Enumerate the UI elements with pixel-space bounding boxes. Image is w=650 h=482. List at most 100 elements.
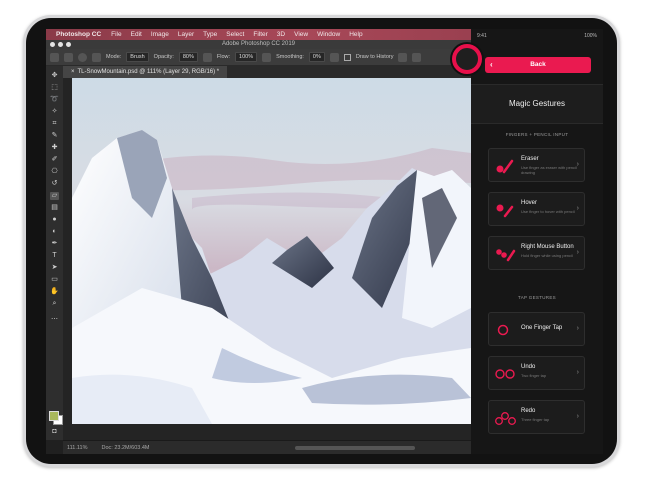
gesture-card-title: Hover <box>521 200 538 206</box>
opacity-label: Opacity: <box>153 54 174 60</box>
document-size[interactable]: Doc: 23.2M/603.4M <box>102 445 150 451</box>
ipad-screen: Photoshop CC File Edit Image Layer Type … <box>46 29 603 454</box>
minimize-window-button[interactable] <box>58 42 63 47</box>
smoothing-gear-icon[interactable] <box>329 52 339 62</box>
hand-tool-icon[interactable]: ✋ <box>50 288 59 296</box>
menu-app-name[interactable]: Photoshop CC <box>56 31 101 38</box>
dodge-tool-icon[interactable]: ◐ <box>50 228 59 236</box>
document-tabs: × TL-SnowMountain.psd @ 111% (Layer 29, R… <box>63 66 471 78</box>
draw-to-history-label: Draw to History <box>355 54 394 60</box>
pressure-opacity-icon[interactable] <box>202 52 212 62</box>
menu-file[interactable]: File <box>111 31 121 38</box>
eraser-gesture-icon <box>496 159 514 174</box>
foreground-color-swatch[interactable] <box>49 411 59 421</box>
status-time: 9:41 <box>477 33 487 39</box>
snow-mountain-artwork[interactable] <box>72 78 471 424</box>
clone-stamp-tool-icon[interactable]: ⎔ <box>50 168 59 176</box>
draw-to-history-checkbox[interactable] <box>343 53 351 61</box>
eraser-tool-icon[interactable]: ▱ <box>50 192 59 200</box>
crop-tool-icon[interactable]: ⌗ <box>50 120 59 128</box>
brush-tool-icon[interactable]: ✐ <box>50 156 59 164</box>
gesture-card-one-finger-tap[interactable]: One Finger Tap › <box>488 312 585 346</box>
menu-type[interactable]: Type <box>203 31 217 38</box>
flow-field[interactable]: 100% <box>235 52 258 62</box>
eraser-tool-preset-icon[interactable] <box>64 52 73 62</box>
move-tool-icon[interactable]: ✥ <box>50 72 59 80</box>
smoothing-field[interactable]: 0% <box>308 52 325 62</box>
gesture-card-subtitle: Use finger to hover with pencil <box>521 209 575 214</box>
type-tool-icon[interactable]: T <box>50 252 59 260</box>
menu-help[interactable]: Help <box>349 31 362 38</box>
symmetry-icon[interactable] <box>412 52 422 62</box>
chevron-left-icon: ‹ <box>490 60 493 69</box>
mac-menu-bar: Photoshop CC File Edit Image Layer Type … <box>46 29 471 40</box>
magic-wand-tool-icon[interactable]: ✧ <box>50 108 59 116</box>
panel-title: Magic Gestures <box>471 84 603 124</box>
gesture-card-title: Eraser <box>521 156 539 162</box>
menu-window[interactable]: Window <box>317 31 340 38</box>
blur-tool-icon[interactable]: ● <box>50 216 59 224</box>
section-label-fingers-pencil: FINGERS + PENCIL INPUT <box>505 132 569 137</box>
zoom-tool-icon[interactable]: ⌕ <box>50 300 59 308</box>
pen-tool-icon[interactable]: ✒ <box>50 240 59 248</box>
gesture-card-hover[interactable]: Hover Use finger to hover with pencil › <box>488 192 585 226</box>
menu-view[interactable]: View <box>294 31 308 38</box>
menu-filter[interactable]: Filter <box>253 31 267 38</box>
section-label-tap-gestures: TAP GESTURES <box>518 295 556 300</box>
airbrush-icon[interactable] <box>262 52 272 62</box>
chevron-right-icon: › <box>576 205 579 212</box>
zoom-window-button[interactable] <box>66 42 71 47</box>
back-button[interactable]: ‹ Back <box>485 57 591 73</box>
gesture-card-subtitle: Hold finger while using pencil <box>521 253 573 258</box>
marquee-tool-icon[interactable]: ⬚ <box>50 84 59 92</box>
menu-select[interactable]: Select <box>226 31 244 38</box>
document-tab[interactable]: × TL-SnowMountain.psd @ 111% (Layer 29, R… <box>63 66 228 78</box>
document-canvas[interactable] <box>63 78 471 440</box>
menu-image[interactable]: Image <box>151 31 169 38</box>
chevron-right-icon: › <box>576 325 579 332</box>
brush-preset-icon[interactable] <box>78 52 87 62</box>
gesture-card-subtitle: Three finger tap <box>521 417 550 422</box>
eyedropper-tool-icon[interactable]: ✎ <box>50 132 59 140</box>
hover-gesture-icon <box>496 204 514 218</box>
zoom-level[interactable]: 111.11% <box>67 445 88 451</box>
smoothing-label: Smoothing: <box>276 54 304 60</box>
quick-mask-icon[interactable]: ◘ <box>50 428 59 436</box>
tool-options-bar: Mode: Brush Opacity: 80% Flow: 100% Smoo… <box>46 49 471 66</box>
gesture-card-eraser[interactable]: Eraser Use finger as eraser with pencil … <box>488 148 585 182</box>
healing-brush-tool-icon[interactable]: ✚ <box>50 144 59 152</box>
document-tab-close-icon[interactable]: × <box>71 69 75 75</box>
shape-tool-icon[interactable]: ▭ <box>50 276 59 284</box>
right-mouse-button-gesture-icon <box>496 249 516 262</box>
gradient-tool-icon[interactable]: ▤ <box>50 204 59 212</box>
pressure-size-icon[interactable] <box>398 52 408 62</box>
more-tools-icon[interactable]: ⋯ <box>50 316 59 324</box>
back-button-label: Back <box>530 61 546 68</box>
opacity-field[interactable]: 80% <box>178 52 198 62</box>
battery-indicator: 100% <box>584 33 597 39</box>
magic-gestures-panel: 9:41 100% ‹ Back Magic Gestures FINGERS … <box>452 29 603 454</box>
two-finger-tap-icon <box>495 369 515 379</box>
menu-3d[interactable]: 3D <box>277 31 285 38</box>
gesture-card-title: One Finger Tap <box>521 325 563 331</box>
gesture-card-subtitle: Use finger as eraser with pencil drawing <box>521 165 577 175</box>
horizontal-scrollbar[interactable] <box>295 446 415 450</box>
brush-settings-icon[interactable] <box>92 52 101 62</box>
lasso-tool-icon[interactable]: ➰ <box>50 96 59 104</box>
window-controls <box>50 42 71 47</box>
gesture-card-redo[interactable]: Redo Three finger tap › <box>488 400 585 434</box>
one-finger-tap-icon <box>497 324 509 336</box>
menu-layer[interactable]: Layer <box>178 31 194 38</box>
chevron-right-icon: › <box>576 249 579 256</box>
path-selection-tool-icon[interactable]: ➤ <box>50 264 59 272</box>
gesture-card-undo[interactable]: Undo Two finger tap › <box>488 356 585 390</box>
menu-edit[interactable]: Edit <box>131 31 142 38</box>
gesture-card-right-mouse-button[interactable]: Right Mouse Button Hold finger while usi… <box>488 236 585 270</box>
close-window-button[interactable] <box>50 42 55 47</box>
mode-select[interactable]: Brush <box>126 52 149 62</box>
chevron-right-icon: › <box>576 369 579 376</box>
home-icon[interactable] <box>50 52 59 62</box>
history-brush-tool-icon[interactable]: ↺ <box>50 180 59 188</box>
three-finger-tap-icon <box>495 412 516 425</box>
tools-panel: ✥ ⬚ ➰ ✧ ⌗ ✎ ✚ ✐ ⎔ ↺ ▱ ▤ ● ◐ ✒ T ➤ ▭ ✋ ⌕ … <box>46 66 64 440</box>
